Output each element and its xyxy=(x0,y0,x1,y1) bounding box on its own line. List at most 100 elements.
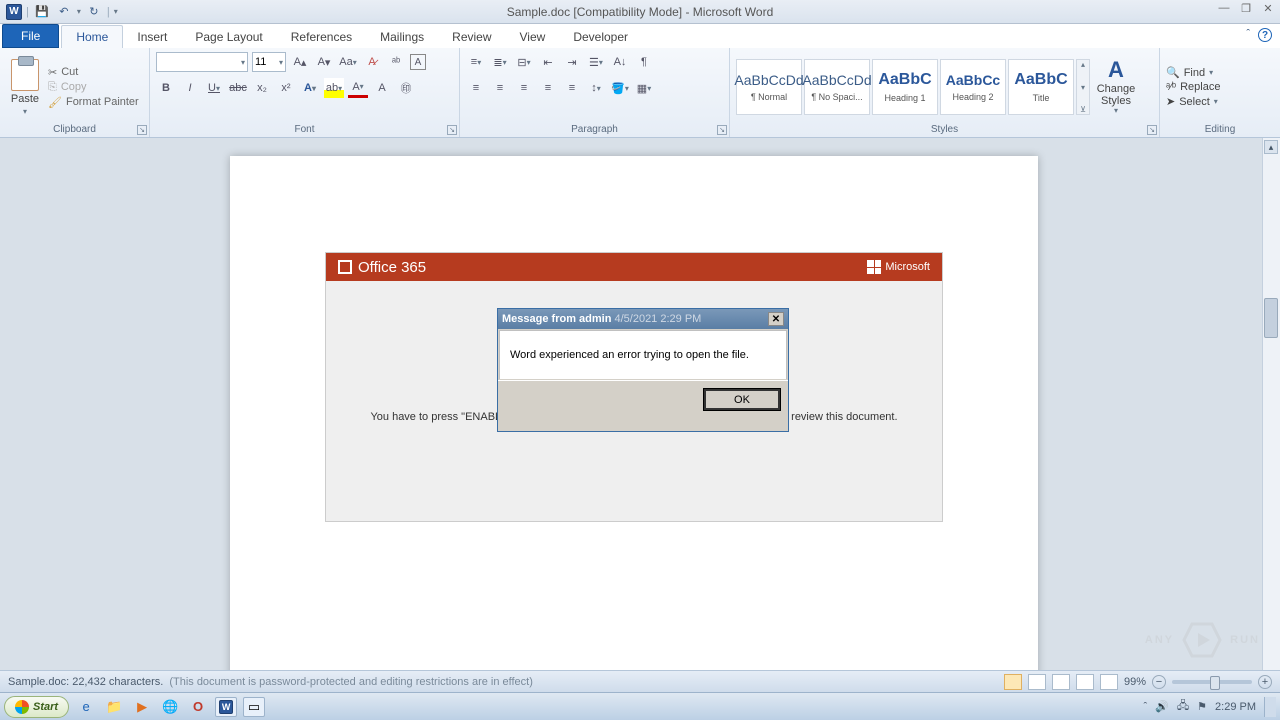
flag-icon[interactable]: ⚑ xyxy=(1197,700,1207,713)
align-center-icon[interactable]: ≡ xyxy=(490,78,510,98)
tray-chevron-icon[interactable]: ˆ xyxy=(1144,701,1148,713)
tab-references[interactable]: References xyxy=(277,26,366,48)
superscript-icon[interactable]: x² xyxy=(276,78,296,98)
cut-button[interactable]: ✂Cut xyxy=(48,66,139,79)
save-icon[interactable]: 💾 xyxy=(33,3,51,21)
enclose-characters-icon[interactable]: ㊞ xyxy=(396,78,416,98)
subscript-icon[interactable]: x₂ xyxy=(252,78,272,98)
zoom-out-button[interactable]: − xyxy=(1152,675,1166,689)
strikethrough-icon[interactable]: abc xyxy=(228,78,248,98)
undo-icon[interactable]: ↶ xyxy=(55,3,73,21)
align-left-icon[interactable]: ≡ xyxy=(466,78,486,98)
outline-view-button[interactable] xyxy=(1076,674,1094,690)
shading-icon[interactable]: 🪣▾ xyxy=(610,78,630,98)
tab-file[interactable]: File xyxy=(2,24,59,48)
paste-button[interactable]: Paste ▾ xyxy=(6,59,44,116)
clear-formatting-icon[interactable]: A̷ xyxy=(362,52,382,72)
phonetic-guide-icon[interactable]: ᵃᵇ xyxy=(386,52,406,72)
tab-page-layout[interactable]: Page Layout xyxy=(181,26,276,48)
zoom-level[interactable]: 99% xyxy=(1124,676,1146,688)
redo-icon[interactable]: ↻ xyxy=(85,3,103,21)
change-case-icon[interactable]: Aa▾ xyxy=(338,52,358,72)
justify-icon[interactable]: ≡ xyxy=(538,78,558,98)
font-color-icon[interactable]: A▾ xyxy=(348,78,368,98)
bold-icon[interactable]: B xyxy=(156,78,176,98)
line-spacing-icon[interactable]: ↕▾ xyxy=(586,78,606,98)
dialog-close-button[interactable]: ✕ xyxy=(768,312,784,326)
start-button[interactable]: Start xyxy=(4,696,69,718)
app-taskbar-icon[interactable]: ▭ xyxy=(243,697,265,717)
paragraph-launcher-icon[interactable]: ↘ xyxy=(717,125,727,135)
full-screen-view-button[interactable] xyxy=(1028,674,1046,690)
style-title[interactable]: AaBbCTitle xyxy=(1008,59,1074,115)
ie-icon[interactable]: e xyxy=(75,697,97,717)
bullets-icon[interactable]: ≡▾ xyxy=(466,52,486,72)
clock[interactable]: 2:29 PM xyxy=(1215,701,1256,713)
tab-developer[interactable]: Developer xyxy=(559,26,642,48)
help-icon[interactable]: ? xyxy=(1258,28,1272,42)
highlight-icon[interactable]: ab▾ xyxy=(324,78,344,98)
asian-layout-icon[interactable]: ☰▾ xyxy=(586,52,606,72)
dialog-titlebar[interactable]: Message from admin 4/5/2021 2:29 PM ✕ xyxy=(498,309,788,329)
text-effects-icon[interactable]: A▾ xyxy=(300,78,320,98)
minimize-button[interactable]: — xyxy=(1216,2,1232,15)
sort-icon[interactable]: A↓ xyxy=(610,52,630,72)
network-icon[interactable]: 🖧 xyxy=(1177,697,1189,716)
show-desktop-button[interactable] xyxy=(1264,697,1276,717)
borders-icon[interactable]: ▦▾ xyxy=(634,78,654,98)
tab-review[interactable]: Review xyxy=(438,26,505,48)
draft-view-button[interactable] xyxy=(1100,674,1118,690)
styles-gallery[interactable]: AaBbCcDd¶ Normal AaBbCcDd¶ No Spaci... A… xyxy=(736,59,1090,115)
undo-dropdown-icon[interactable]: ▾ xyxy=(77,7,81,16)
distributed-icon[interactable]: ≡ xyxy=(562,78,582,98)
tab-insert[interactable]: Insert xyxy=(123,26,181,48)
tab-mailings[interactable]: Mailings xyxy=(366,26,438,48)
italic-icon[interactable]: I xyxy=(180,78,200,98)
tab-home[interactable]: Home xyxy=(61,25,123,48)
chrome-icon[interactable]: 🌐 xyxy=(159,697,181,717)
font-name-combo[interactable]: ▾ xyxy=(156,52,248,72)
ok-button[interactable]: OK xyxy=(704,389,780,410)
decrease-indent-icon[interactable]: ⇤ xyxy=(538,52,558,72)
qat-customize-icon[interactable]: ▾ xyxy=(114,7,118,16)
minimize-ribbon-icon[interactable]: ˆ xyxy=(1246,28,1250,42)
style-heading-1[interactable]: AaBbCHeading 1 xyxy=(872,59,938,115)
find-button[interactable]: 🔍Find▾ xyxy=(1166,66,1220,79)
scroll-up-icon[interactable]: ▴ xyxy=(1264,140,1278,154)
gallery-more-icon[interactable]: ⊻ xyxy=(1077,105,1089,114)
scroll-thumb[interactable] xyxy=(1264,298,1278,338)
restore-button[interactable]: ❐ xyxy=(1238,2,1254,15)
align-right-icon[interactable]: ≡ xyxy=(514,78,534,98)
gallery-up-icon[interactable]: ▴ xyxy=(1077,60,1089,69)
clipboard-launcher-icon[interactable]: ↘ xyxy=(137,125,147,135)
close-button[interactable]: ✕ xyxy=(1260,2,1276,15)
gallery-down-icon[interactable]: ▾ xyxy=(1077,83,1089,92)
zoom-in-button[interactable]: + xyxy=(1258,675,1272,689)
show-hide-icon[interactable]: ¶ xyxy=(634,52,654,72)
style-heading-2[interactable]: AaBbCcHeading 2 xyxy=(940,59,1006,115)
grow-font-icon[interactable]: A▴ xyxy=(290,52,310,72)
font-size-combo[interactable]: 11▾ xyxy=(252,52,286,72)
web-layout-view-button[interactable] xyxy=(1052,674,1070,690)
paste-dropdown-icon[interactable]: ▾ xyxy=(23,107,27,116)
styles-launcher-icon[interactable]: ↘ xyxy=(1147,125,1157,135)
volume-icon[interactable]: 🔊 xyxy=(1155,700,1169,713)
format-painter-button[interactable]: 🖌Format Painter xyxy=(48,96,139,109)
replace-button[interactable]: ᵃ⁄ᵇReplace xyxy=(1166,81,1220,93)
change-styles-button[interactable]: A Change Styles ▾ xyxy=(1094,58,1138,115)
numbering-icon[interactable]: ≣▾ xyxy=(490,52,510,72)
word-taskbar-icon[interactable]: W xyxy=(215,697,237,717)
font-launcher-icon[interactable]: ↘ xyxy=(447,125,457,135)
opera-icon[interactable]: O xyxy=(187,697,209,717)
select-button[interactable]: ➤Select▾ xyxy=(1166,95,1220,108)
underline-icon[interactable]: U▾ xyxy=(204,78,224,98)
style-no-spacing[interactable]: AaBbCcDd¶ No Spaci... xyxy=(804,59,870,115)
media-player-icon[interactable]: ▶ xyxy=(131,697,153,717)
tab-view[interactable]: View xyxy=(506,26,560,48)
vertical-scrollbar[interactable]: ▴ xyxy=(1262,138,1280,670)
copy-button[interactable]: ⎘Copy xyxy=(48,81,139,94)
increase-indent-icon[interactable]: ⇥ xyxy=(562,52,582,72)
character-shading-icon[interactable]: A xyxy=(372,78,392,98)
zoom-slider[interactable] xyxy=(1172,680,1252,684)
style-normal[interactable]: AaBbCcDd¶ Normal xyxy=(736,59,802,115)
